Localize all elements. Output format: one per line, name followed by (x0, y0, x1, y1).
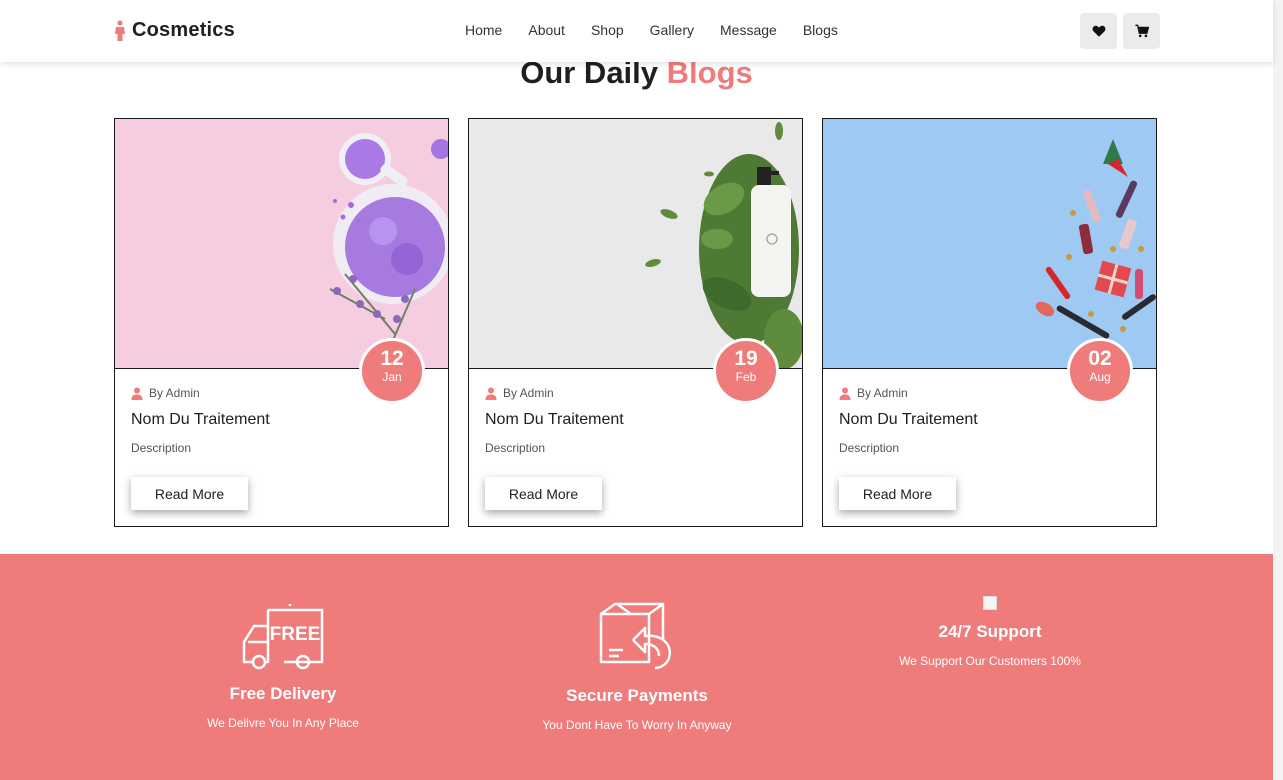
author-meta: By Admin (131, 386, 200, 400)
feature-title: 24/7 Support (938, 622, 1042, 641)
blog-description: Description (131, 441, 192, 455)
broken-image-icon (983, 596, 997, 610)
navbar: Cosmetics Home About Shop Gallery Messag… (0, 0, 1273, 62)
main-nav: Home About Shop Gallery Message Blogs (452, 22, 851, 38)
blog-description: Description (485, 441, 546, 455)
features-band: FREE Free Delivery We Delivre You In Any… (0, 554, 1273, 780)
blog-title[interactable]: Nom Du Traitement (485, 411, 624, 429)
heart-icon (1092, 25, 1105, 37)
wishlist-button[interactable] (1080, 13, 1117, 49)
secure-box-icon (599, 602, 672, 670)
nav-about[interactable]: About (528, 22, 565, 38)
nav-blogs[interactable]: Blogs (803, 22, 838, 38)
makeup-tree-photo (823, 119, 1156, 368)
author-meta: By Admin (839, 386, 908, 400)
feature-support: 24/7 Support We Support Our Customers 10… (880, 596, 1100, 668)
date-day: 19 (734, 347, 758, 370)
blog-description: Description (839, 441, 900, 455)
date-badge: 19 Feb (713, 338, 779, 404)
woman-icon (115, 19, 125, 41)
nav-message[interactable]: Message (720, 22, 777, 38)
date-month: Jan (382, 370, 402, 384)
blog-title[interactable]: Nom Du Traitement (131, 411, 270, 429)
blog-card: 02 Aug By Admin Nom Du Traitement Descri… (822, 118, 1157, 527)
author-name: By Admin (149, 386, 200, 400)
author-name: By Admin (503, 386, 554, 400)
bottle-leaves-photo (469, 119, 802, 368)
brand-name: Cosmetics (132, 19, 235, 41)
blog-image-makeup-tree[interactable] (823, 119, 1156, 369)
date-badge: 12 Jan (359, 338, 425, 404)
blog-image-bottle-leaves[interactable] (469, 119, 802, 369)
blog-image-lavender-salts[interactable] (115, 119, 448, 369)
feature-title: Secure Payments (566, 686, 708, 705)
user-icon (485, 387, 497, 400)
feature-secure-payments: Secure Payments You Dont Have To Worry I… (526, 600, 748, 732)
user-icon (839, 387, 851, 400)
date-month: Aug (1089, 370, 1111, 384)
nav-shop[interactable]: Shop (591, 22, 624, 38)
cart-icon (1134, 24, 1149, 38)
blog-card: 12 Jan By Admin Nom Du Traitement Descri… (114, 118, 449, 527)
feature-title: Free Delivery (229, 684, 337, 703)
page-scrollbar[interactable] (1273, 0, 1283, 780)
nav-home[interactable]: Home (465, 22, 502, 38)
read-more-button[interactable]: Read More (839, 477, 956, 510)
author-name: By Admin (857, 386, 908, 400)
blog-card: 19 Feb By Admin Nom Du Traitement Descri… (468, 118, 803, 527)
lavender-salt-photo (115, 119, 448, 368)
nav-gallery[interactable]: Gallery (650, 22, 694, 38)
cart-button[interactable] (1123, 13, 1160, 49)
user-icon (131, 387, 143, 400)
feature-free-delivery: FREE Free Delivery We Delivre You In Any… (183, 602, 383, 730)
author-meta: By Admin (485, 386, 554, 400)
feature-subtitle: We Support Our Customers 100% (899, 654, 1081, 668)
date-day: 12 (380, 347, 404, 370)
brand-logo[interactable]: Cosmetics (113, 19, 235, 42)
read-more-button[interactable]: Read More (485, 477, 602, 510)
feature-subtitle: We Delivre You In Any Place (207, 716, 359, 730)
feature-subtitle: You Dont Have To Worry In Anyway (542, 718, 732, 732)
delivery-truck-icon: FREE (242, 604, 324, 670)
nav-actions (1080, 13, 1160, 49)
blog-title[interactable]: Nom Du Traitement (839, 411, 978, 429)
date-badge: 02 Aug (1067, 338, 1133, 404)
read-more-button[interactable]: Read More (131, 477, 248, 510)
svg-text:FREE: FREE (270, 624, 321, 645)
date-day: 02 (1088, 347, 1112, 370)
date-month: Feb (735, 370, 757, 384)
